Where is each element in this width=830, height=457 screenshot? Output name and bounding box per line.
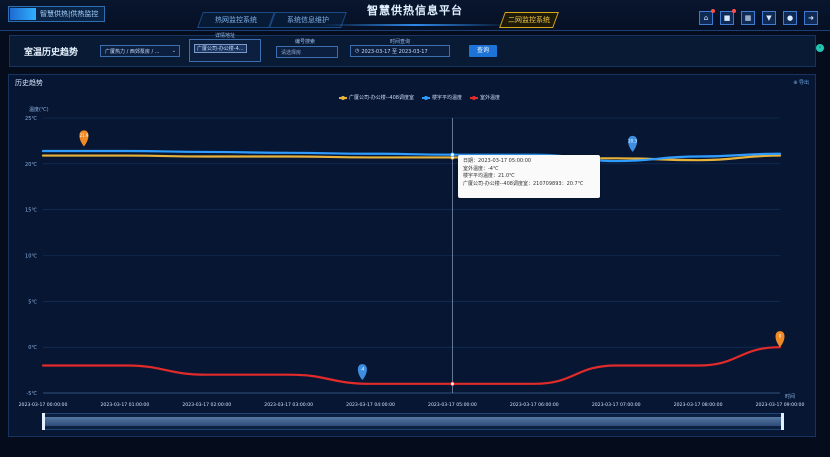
x-tick-label: 2023-03-17 03:00:00 [264,402,313,408]
tooltip-outdoor: 室外温度：-4℃ [463,165,499,172]
y-tick-label: 5℃ [28,299,37,305]
y-tick-label: 25℃ [25,116,37,122]
x-tick-label: 2023-03-17 06:00:00 [510,402,559,408]
x-tick-label: 2023-03-17 02:00:00 [182,402,231,408]
y-tick-label: 15℃ [25,208,37,214]
tooltip-date: 日期：2023-03-17 05:00:00 [463,158,532,164]
x-tick-label: 2023-03-17 09:00:00 [756,402,805,408]
x-tick-label: 2023-03-17 04:00:00 [346,402,395,408]
temperature-chart: 25℃ 20℃ 15℃ 10℃ 5℃ 0℃ -5℃ 温度(℃) 2023-03-17 00:00… [19,106,805,408]
crosshair-point [450,152,455,157]
series-line-2 [41,346,782,385]
x-axis-label: 时间 [785,393,795,400]
tooltip-avg: 楼宇平均温度：21.0℃ [463,173,515,179]
data-marker-pin[interactable]: 20.3 [628,135,638,152]
chart-tooltip: 日期：2023-03-17 05:00:00 室外温度：-4℃ 楼宇平均温度：2… [458,155,600,198]
data-marker-pin[interactable]: 0 [775,331,785,348]
x-tick-label: 2023-03-17 07:00:00 [592,402,641,408]
y-tick-label: 10℃ [25,254,37,260]
marker-label: 20.3 [628,138,637,143]
x-tick-label: 2023-03-17 05:00:00 [428,402,477,408]
crosshair-point [450,381,455,387]
data-marker-pin[interactable]: 21.9 [79,130,89,147]
x-tick-label: 2023-03-17 08:00:00 [674,402,723,408]
marker-label: 0 [779,334,782,339]
data-marker-pin[interactable]: -4 [357,364,367,381]
zoom-handle-left[interactable] [42,413,45,430]
zoom-slider-range[interactable] [44,417,782,426]
x-tick-label: 2023-03-17 01:00:00 [100,402,149,408]
marker-label: -4 [360,367,364,372]
y-axis-label: 温度(℃) [29,106,49,113]
tooltip-room: 广厦公司-办公楼--408调度室：210709893：20.7℃ [463,180,584,187]
zoom-slider[interactable] [42,413,784,430]
x-tick-label: 2023-03-17 00:00:00 [19,402,68,408]
zoom-handle-right[interactable] [781,413,784,430]
y-tick-label: -5℃ [26,391,37,397]
y-tick-label: 0℃ [28,345,37,351]
marker-label: 21.9 [79,133,88,138]
y-tick-label: 20℃ [25,162,37,168]
